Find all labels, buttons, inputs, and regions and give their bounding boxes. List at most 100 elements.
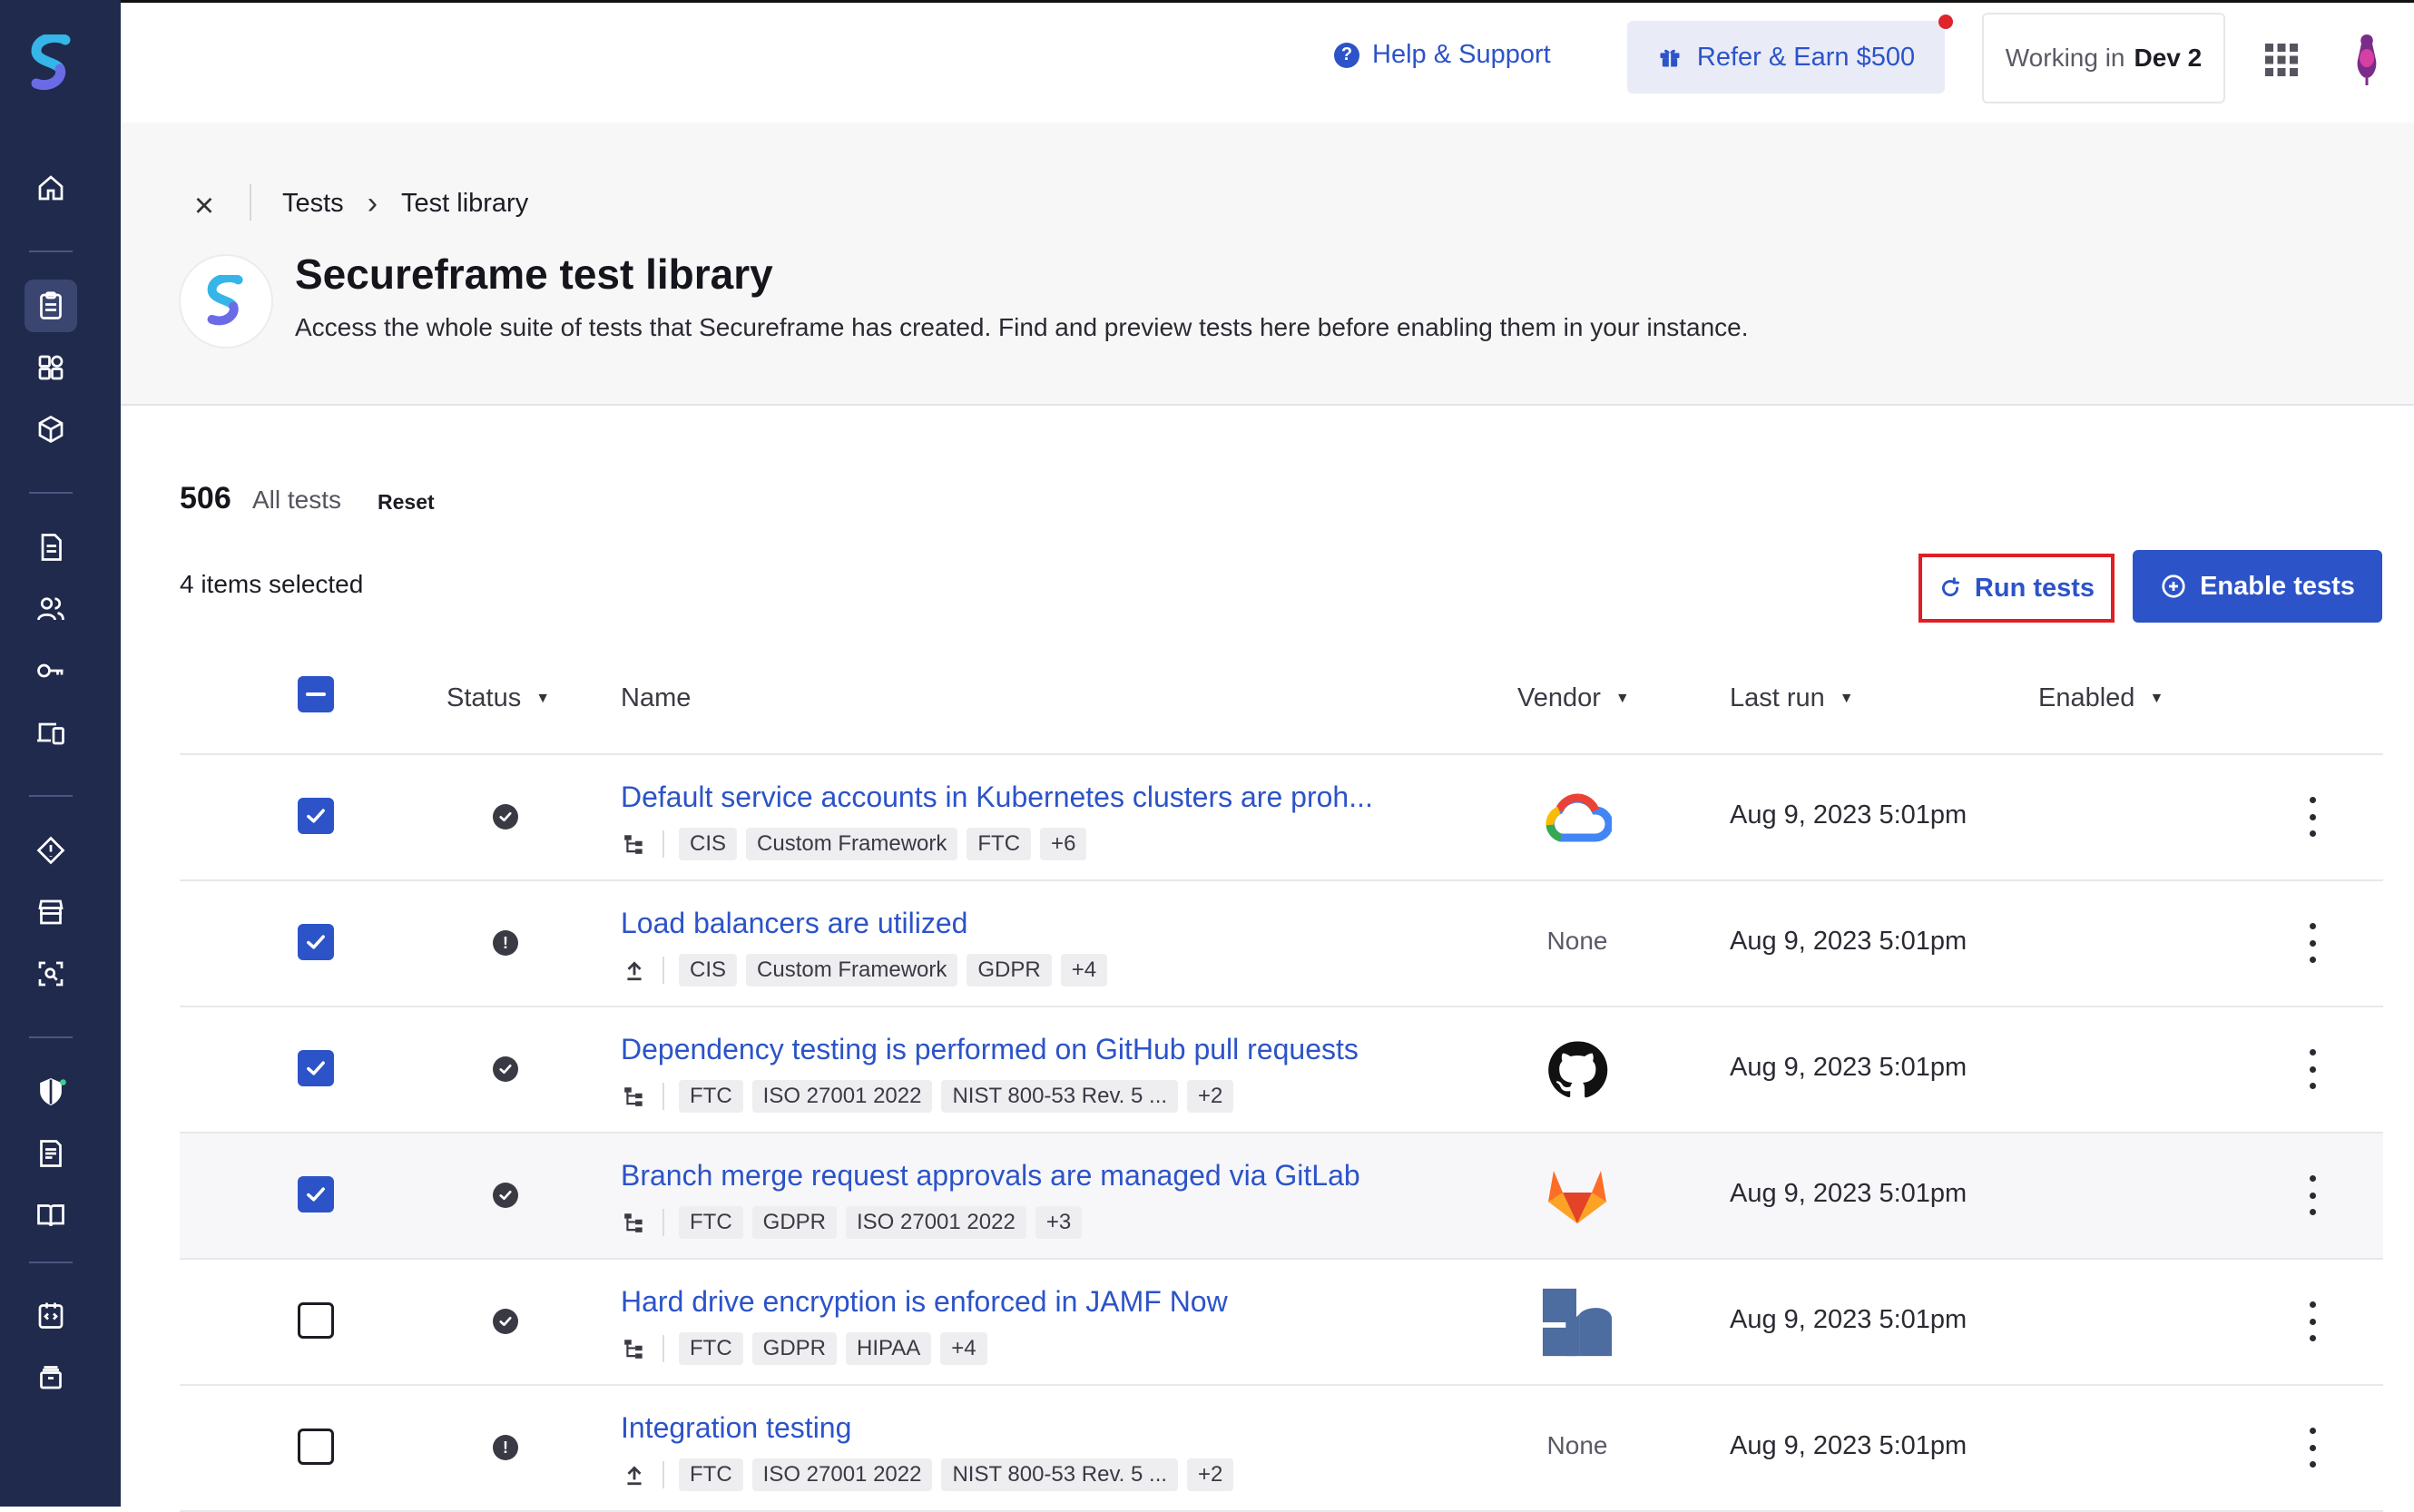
- column-status[interactable]: Status ▼: [446, 683, 550, 713]
- key-icon[interactable]: [25, 644, 77, 697]
- sort-caret-icon: ▼: [535, 690, 551, 706]
- row-checkbox[interactable]: [298, 1429, 334, 1465]
- meta-divider: [662, 1209, 664, 1236]
- column-last-run[interactable]: Last run ▼: [1730, 683, 1854, 713]
- column-vendor-label: Vendor: [1517, 683, 1601, 712]
- test-name-link[interactable]: Default service accounts in Kubernetes c…: [621, 781, 1373, 814]
- test-name-link[interactable]: Branch merge request approvals are manag…: [621, 1159, 1360, 1193]
- audit-scan-icon[interactable]: [25, 947, 77, 1000]
- run-tests-label: Run tests: [1974, 573, 2095, 603]
- framework-tag: Custom Framework: [746, 954, 958, 987]
- table-row[interactable]: Default service accounts in Kubernetes c…: [180, 755, 2383, 881]
- workspace-switcher[interactable]: Working in Dev 2: [1982, 13, 2225, 103]
- column-vendor[interactable]: Vendor ▼: [1517, 683, 1630, 713]
- enable-tests-button[interactable]: Enable tests: [2133, 550, 2382, 623]
- api-code-icon[interactable]: [25, 1289, 77, 1341]
- row-checkbox[interactable]: [298, 924, 334, 960]
- people-icon[interactable]: [25, 583, 77, 635]
- framework-tag: FTC: [679, 1458, 743, 1491]
- policies-document-icon[interactable]: [25, 521, 77, 574]
- notification-dot: [1938, 15, 1953, 29]
- breadcrumb-test-library: Test library: [401, 189, 529, 218]
- status-pass-icon: [493, 1056, 518, 1082]
- knowledge-book-icon[interactable]: [25, 1189, 77, 1242]
- framework-tag: FTC: [679, 1332, 743, 1365]
- enable-tests-label: Enable tests: [2200, 571, 2355, 601]
- reports-icon[interactable]: [25, 1127, 77, 1180]
- hierarchy-icon: [621, 1209, 648, 1236]
- table-row[interactable]: Dependency testing is performed on GitHu…: [180, 1007, 2383, 1134]
- column-enabled-label: Enabled: [2038, 683, 2135, 712]
- refer-earn-button[interactable]: Refer & Earn $500: [1627, 21, 1945, 93]
- sort-caret-icon: ▼: [1614, 690, 1630, 706]
- google-cloud-logo-icon: [1541, 786, 1614, 849]
- apps-grid-icon[interactable]: [2263, 42, 2300, 78]
- home-icon[interactable]: [25, 162, 77, 214]
- meta-divider: [662, 957, 664, 984]
- table-row[interactable]: Branch merge request approvals are manag…: [180, 1134, 2383, 1260]
- column-enabled[interactable]: Enabled ▼: [2038, 683, 2164, 713]
- working-in-label: Working in: [2005, 44, 2125, 72]
- run-tests-button[interactable]: Run tests: [1918, 554, 2115, 623]
- row-menu-icon[interactable]: [2303, 1301, 2321, 1341]
- row-checkbox[interactable]: [298, 798, 334, 834]
- framework-tag: GDPR: [751, 1332, 837, 1365]
- framework-tag: CIS: [679, 828, 738, 860]
- framework-tag: +4: [940, 1332, 987, 1365]
- help-support-link[interactable]: ? Help & Support: [1334, 40, 1551, 70]
- archive-icon[interactable]: [25, 1350, 77, 1403]
- table-row[interactable]: ! Load balancers are utilized CIS Custom Fr…: [180, 881, 2383, 1007]
- test-name-link[interactable]: Dependency testing is performed on GitHu…: [621, 1033, 1359, 1066]
- row-menu-icon[interactable]: [2303, 923, 2321, 963]
- test-name-link[interactable]: Integration testing: [621, 1411, 851, 1445]
- row-checkbox[interactable]: [298, 1050, 334, 1086]
- help-support-label: Help & Support: [1372, 40, 1551, 69]
- sort-caret-icon: ▼: [2149, 690, 2164, 706]
- integrations-grid-icon[interactable]: [25, 341, 77, 394]
- last-run-time: Aug 9, 2023 5:01pm: [1730, 1431, 1968, 1460]
- row-menu-icon[interactable]: [2303, 797, 2321, 837]
- framework-tag: +3: [1035, 1206, 1083, 1239]
- help-question-icon: ?: [1334, 42, 1359, 68]
- table-row[interactable]: ! Integration testing FTC ISO 27001 2022 NIS…: [180, 1386, 2383, 1512]
- framework-tag: +2: [1187, 1458, 1234, 1491]
- hierarchy-icon: [621, 830, 648, 858]
- breadcrumb-tests[interactable]: Tests: [282, 189, 344, 219]
- close-icon[interactable]: ×: [186, 187, 222, 225]
- select-all-checkbox[interactable]: [298, 676, 334, 712]
- status-pass-icon: [493, 1183, 518, 1208]
- trust-shield-icon[interactable]: [25, 1065, 77, 1118]
- upload-icon: [621, 957, 648, 984]
- table-row[interactable]: Hard drive encryption is enforced in JAM…: [180, 1260, 2383, 1386]
- devices-icon[interactable]: [25, 706, 77, 759]
- last-run-time: Aug 9, 2023 5:01pm: [1730, 800, 1968, 830]
- row-checkbox[interactable]: [298, 1176, 334, 1213]
- sidebar: [0, 0, 121, 1507]
- user-avatar[interactable]: [2349, 33, 2385, 87]
- reset-button[interactable]: Reset: [378, 490, 435, 515]
- last-run-time: Aug 9, 2023 5:01pm: [1730, 1305, 1968, 1334]
- status-pass-icon: [493, 1309, 518, 1334]
- meta-divider: [662, 830, 664, 858]
- row-menu-icon[interactable]: [2303, 1049, 2321, 1089]
- cube-icon[interactable]: [25, 403, 77, 456]
- test-name-link[interactable]: Hard drive encryption is enforced in JAM…: [621, 1285, 1228, 1319]
- vendors-store-icon[interactable]: [25, 886, 77, 938]
- row-menu-icon[interactable]: [2303, 1428, 2321, 1468]
- framework-tag: GDPR: [751, 1206, 837, 1239]
- risk-alert-icon[interactable]: [25, 824, 77, 877]
- row-checkbox[interactable]: [298, 1302, 334, 1339]
- column-name: Name: [621, 683, 691, 713]
- tests-clipboard-icon[interactable]: [25, 280, 77, 332]
- breadcrumb-divider: [250, 184, 251, 221]
- page-header: × Tests › Test library Secureframe test …: [121, 123, 2414, 406]
- row-menu-icon[interactable]: [2303, 1175, 2321, 1215]
- framework-tag: NIST 800-53 Rev. 5 ...: [941, 1458, 1179, 1491]
- secureframe-logo-small: [207, 275, 243, 326]
- framework-tag: CIS: [679, 954, 738, 987]
- secureframe-logo[interactable]: [29, 34, 74, 93]
- test-name-link[interactable]: Load balancers are utilized: [621, 907, 967, 940]
- column-last-run-label: Last run: [1730, 683, 1825, 712]
- test-frameworks: CIS Custom Framework GDPR +4: [621, 954, 1108, 987]
- meta-divider: [662, 1335, 664, 1362]
